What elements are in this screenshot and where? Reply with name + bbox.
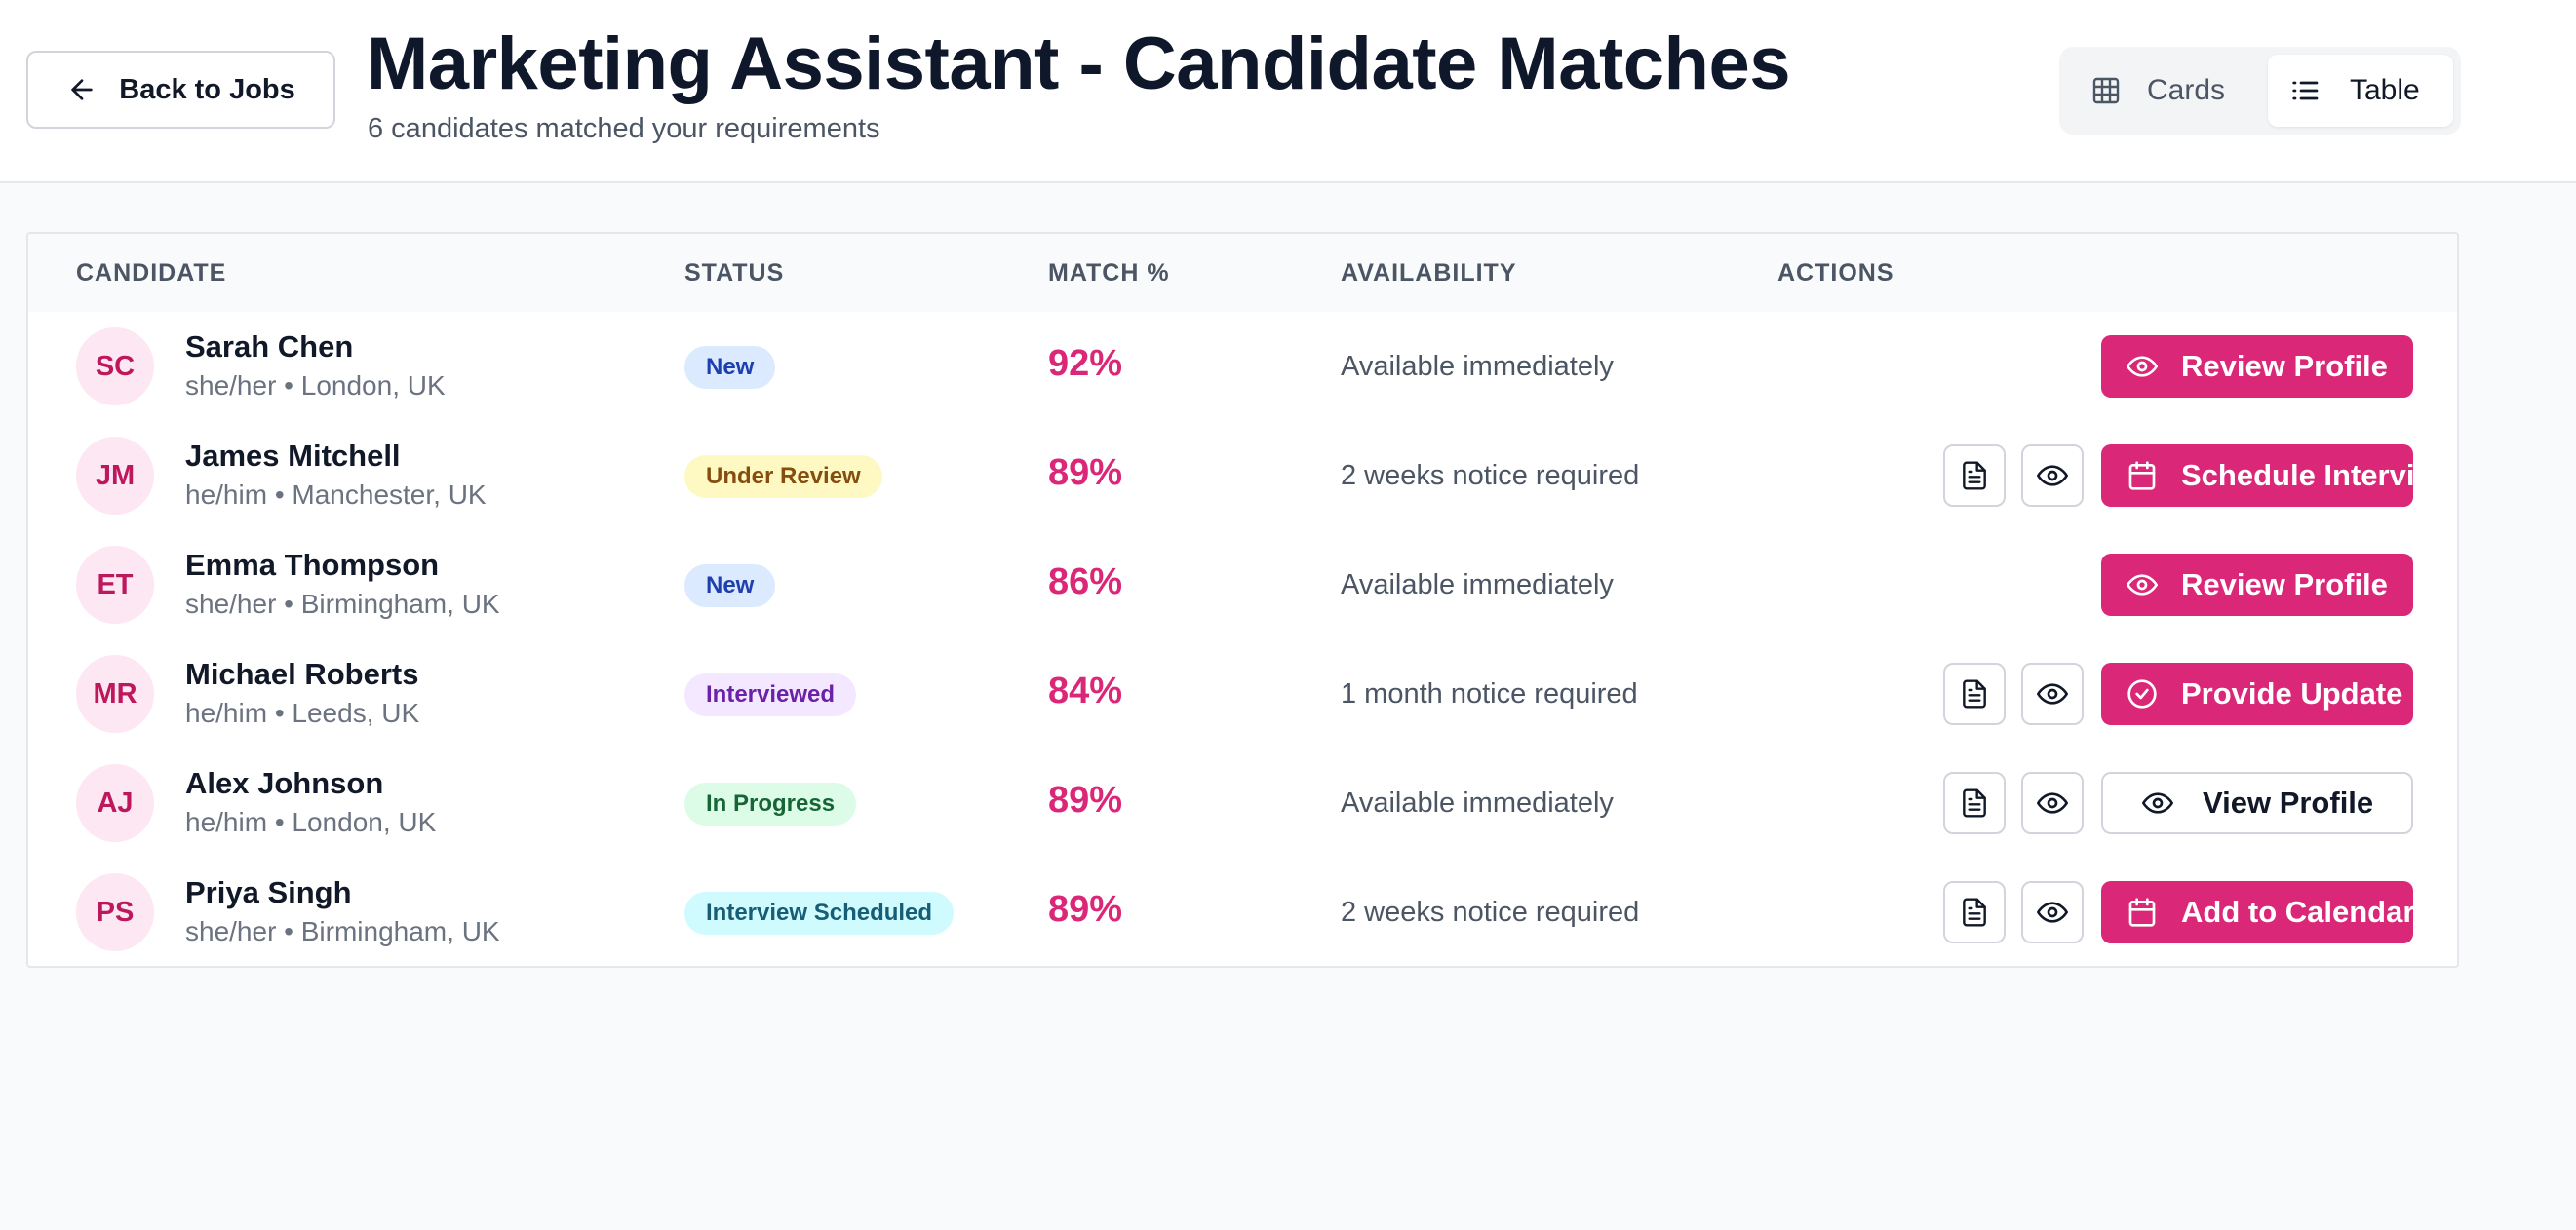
eye-icon — [2127, 351, 2158, 382]
list-icon — [2292, 81, 2319, 100]
action-label: Review Profile — [2181, 349, 2388, 383]
match-percentage: 89% — [1048, 780, 1123, 821]
table-row: SC Sarah Chen she/her • London, UK New 92% Av… — [28, 312, 2457, 421]
column-header-availability: AVAILABILITY — [1341, 259, 1517, 287]
quick-view-button[interactable] — [2021, 663, 2084, 725]
candidate-meta: she/her • London, UK — [185, 370, 446, 401]
match-percentage: 92% — [1048, 343, 1123, 384]
status-badge: New — [684, 346, 776, 389]
add-to-calendar-button[interactable]: Add to Calendar — [2101, 881, 2413, 943]
table-row: MR Michael Roberts he/him • Leeds, UK Inter… — [28, 639, 2457, 749]
document-icon — [1959, 897, 1990, 928]
view-cv-button[interactable] — [1943, 772, 2006, 834]
table-header: CANDIDATE STATUS MATCH % AVAILABILITY AC… — [28, 234, 2457, 312]
status-badge: In Progress — [684, 783, 857, 826]
quick-view-button[interactable] — [2021, 881, 2084, 943]
table-row: PS Priya Singh she/her • Birmingham, UK Int… — [28, 858, 2457, 966]
status-badge: Interview Scheduled — [684, 892, 955, 935]
candidate-meta: he/him • London, UK — [185, 807, 437, 837]
action-label: View Profile — [2203, 786, 2374, 820]
calendar-icon — [2127, 897, 2158, 928]
column-header-actions: ACTIONS — [1777, 259, 1894, 287]
candidate-name[interactable]: Emma Thompson — [185, 548, 439, 583]
table-row: AJ Alex Johnson he/him • London, UK In Prog… — [28, 749, 2457, 858]
candidate-name[interactable]: Alex Johnson — [185, 766, 383, 801]
status-badge: Under Review — [684, 455, 882, 498]
column-header-match: MATCH % — [1048, 259, 1170, 287]
availability-text: 2 weeks notice required — [1341, 460, 1640, 491]
document-icon — [1959, 678, 1990, 710]
match-percentage: 86% — [1048, 561, 1123, 602]
arrow-left-icon — [71, 79, 93, 100]
candidate-meta: she/her • Birmingham, UK — [185, 916, 500, 946]
table-row: ET Emma Thompson she/her • Birmingham, UK N… — [28, 530, 2457, 639]
avatar: MR — [76, 655, 154, 733]
provide-update-button[interactable]: Provide Update — [2101, 663, 2413, 725]
check-circle-icon — [2127, 678, 2158, 710]
view-cv-button[interactable] — [1943, 444, 2006, 507]
action-label: Schedule Interview — [2181, 458, 2413, 492]
column-header-candidate: CANDIDATE — [76, 259, 227, 287]
view-toggle-table-label: Table — [2350, 74, 2420, 106]
availability-text: 1 month notice required — [1341, 678, 1638, 710]
view-toggle-cards[interactable]: Cards — [2069, 55, 2260, 127]
view-toggle-table[interactable]: Table — [2268, 55, 2453, 127]
action-label: Add to Calendar — [2181, 895, 2413, 929]
availability-text: Available immediately — [1341, 788, 1614, 819]
view-cv-button[interactable] — [1943, 663, 2006, 725]
avatar: JM — [76, 437, 154, 515]
page-subtitle: 6 candidates matched your requirements — [368, 113, 880, 144]
view-profile-button[interactable]: View Profile — [2101, 772, 2413, 834]
eye-icon — [2127, 569, 2158, 600]
candidate-meta: she/her • Birmingham, UK — [185, 589, 500, 619]
candidate-name[interactable]: Sarah Chen — [185, 329, 353, 365]
calendar-icon — [2127, 460, 2158, 491]
avatar: SC — [76, 327, 154, 405]
eye-icon — [2037, 897, 2068, 928]
status-badge: Interviewed — [684, 673, 857, 716]
quick-view-button[interactable] — [2021, 444, 2084, 507]
eye-icon — [2037, 460, 2068, 491]
candidate-meta: he/him • Leeds, UK — [185, 698, 420, 728]
match-percentage: 84% — [1048, 671, 1123, 711]
review-profile-button[interactable]: Review Profile — [2101, 335, 2413, 398]
availability-text: Available immediately — [1341, 351, 1614, 382]
review-profile-button[interactable]: Review Profile — [2101, 554, 2413, 616]
candidate-name[interactable]: Michael Roberts — [185, 657, 418, 692]
grid-icon — [2092, 77, 2120, 104]
quick-view-button[interactable] — [2021, 772, 2084, 834]
status-badge: New — [684, 564, 776, 607]
eye-icon — [2037, 678, 2068, 710]
view-toggle: Cards Table — [2059, 47, 2461, 135]
page-header: Back to Jobs Marketing Assistant - Candi… — [0, 0, 2576, 183]
candidates-table: CANDIDATE STATUS MATCH % AVAILABILITY AC… — [26, 232, 2459, 968]
avatar: PS — [76, 873, 154, 951]
back-to-jobs-button[interactable]: Back to Jobs — [26, 51, 335, 129]
view-cv-button[interactable] — [1943, 881, 2006, 943]
avatar: AJ — [76, 764, 154, 842]
match-percentage: 89% — [1048, 889, 1123, 930]
match-percentage: 89% — [1048, 452, 1123, 493]
availability-text: 2 weeks notice required — [1341, 897, 1640, 928]
page-title: Marketing Assistant - Candidate Matches — [367, 22, 1791, 105]
back-to-jobs-label: Back to Jobs — [119, 73, 295, 105]
table-row: JM James Mitchell he/him • Manchester, UK U… — [28, 421, 2457, 530]
avatar: ET — [76, 546, 154, 624]
eye-icon — [2142, 788, 2173, 819]
view-toggle-cards-label: Cards — [2147, 74, 2226, 106]
candidate-name[interactable]: Priya Singh — [185, 875, 352, 910]
column-header-status: STATUS — [684, 259, 785, 287]
availability-text: Available immediately — [1341, 569, 1614, 600]
action-label: Review Profile — [2181, 567, 2388, 601]
eye-icon — [2037, 788, 2068, 819]
candidate-name[interactable]: James Mitchell — [185, 439, 401, 474]
document-icon — [1959, 788, 1990, 819]
document-icon — [1959, 460, 1990, 491]
candidate-meta: he/him • Manchester, UK — [185, 480, 487, 510]
action-label: Provide Update — [2181, 676, 2403, 711]
schedule-interview-button[interactable]: Schedule Interview — [2101, 444, 2413, 507]
